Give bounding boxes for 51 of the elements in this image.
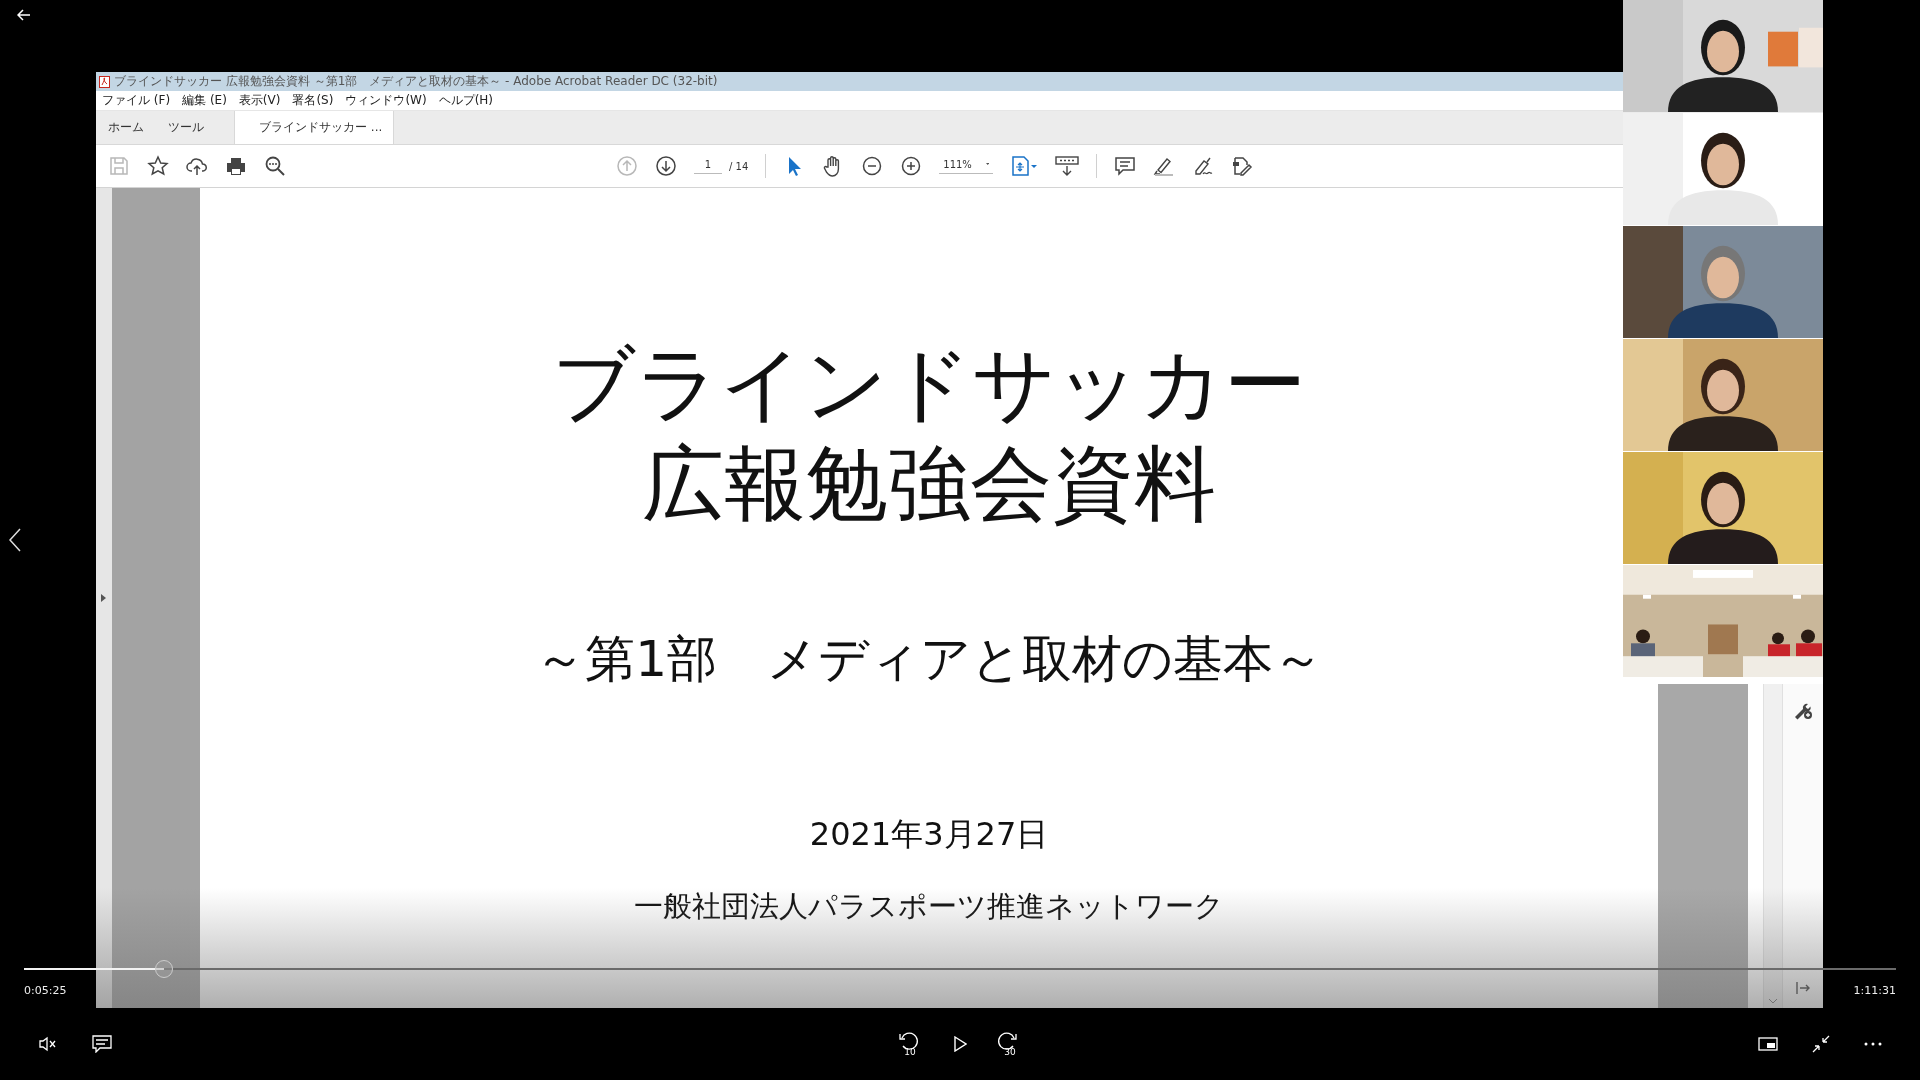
tab-label: ブラインドサッカー ... [259, 119, 383, 136]
collapse-pane-icon[interactable] [1796, 982, 1810, 994]
page-count: / 14 [729, 160, 749, 172]
play-icon[interactable] [953, 1036, 967, 1052]
captions-icon[interactable] [92, 1035, 112, 1053]
mini-view-icon[interactable] [1758, 1037, 1778, 1051]
fit-page-icon[interactable] [1010, 155, 1039, 177]
scrollbar[interactable] [1763, 684, 1784, 1008]
muted-speaker-icon[interactable] [38, 1036, 58, 1052]
edit-document-icon[interactable] [1231, 155, 1254, 177]
highlighter-icon[interactable] [1153, 155, 1176, 177]
scroll-mode-icon[interactable] [1055, 155, 1080, 177]
elapsed-time: 0:05:25 [24, 984, 67, 997]
tab-label: ツール [168, 119, 204, 136]
page-down-icon[interactable] [655, 155, 677, 177]
zoom-in-icon[interactable] [900, 155, 923, 177]
menu-item[interactable]: 表示(V) [238, 92, 281, 109]
menu-item[interactable]: ヘルプ(H) [438, 92, 494, 109]
caret-icon [985, 162, 990, 166]
menu-item[interactable]: ウィンドウ(W) [345, 92, 427, 109]
zoom-value: 111% [943, 158, 972, 170]
window-title: ブラインドサッカー 広報勉強会資料 ～第1部 メディアと取材の基本～ - Adobe Acrobat Reader DC (32-bit) [114, 73, 718, 90]
cloud-upload-icon[interactable] [186, 155, 208, 177]
comment-icon[interactable] [1114, 155, 1137, 177]
menu-item[interactable]: 編集 (E) [182, 92, 227, 109]
search-icon[interactable] [264, 155, 286, 177]
zoom-dropdown[interactable]: 111% [939, 158, 994, 174]
tab[interactable]: ツール [156, 111, 216, 144]
tab[interactable]: ブラインドサッカー ... [234, 111, 394, 144]
menu-item[interactable]: 署名(S) [292, 92, 334, 109]
star-icon[interactable] [147, 155, 169, 177]
back-arrow-icon[interactable] [17, 9, 31, 21]
slide-subtitle: ～第1部 メディアと取材の基本～ [535, 629, 1323, 690]
slide-date: 2021年3月27日 [809, 814, 1049, 854]
tab[interactable]: ホーム [96, 111, 156, 144]
print-icon[interactable] [225, 155, 247, 177]
more-icon[interactable] [1864, 1042, 1882, 1046]
expand-panel-icon[interactable] [101, 594, 107, 602]
menu-item[interactable]: ファイル (F) [102, 92, 171, 109]
progress-thumb[interactable] [155, 960, 174, 978]
page-number-field[interactable]: 1 [694, 158, 722, 174]
pdf-icon [99, 75, 110, 88]
slide-title: 広報勉強会資料 [642, 435, 1217, 533]
tab-label: ホーム [108, 119, 144, 136]
total-duration: 1:11:31 [1853, 984, 1896, 997]
forward-button[interactable]: 30 [997, 1031, 1023, 1057]
organization-name: 一般社団法人パラスポーツ推進ネットワーク [634, 888, 1225, 925]
zoom-out-icon[interactable] [861, 155, 884, 177]
slide-title: ブラインドサッカー [552, 335, 1307, 433]
pen-sign-icon[interactable] [1192, 155, 1215, 177]
exit-fullscreen-icon[interactable] [1812, 1035, 1830, 1053]
